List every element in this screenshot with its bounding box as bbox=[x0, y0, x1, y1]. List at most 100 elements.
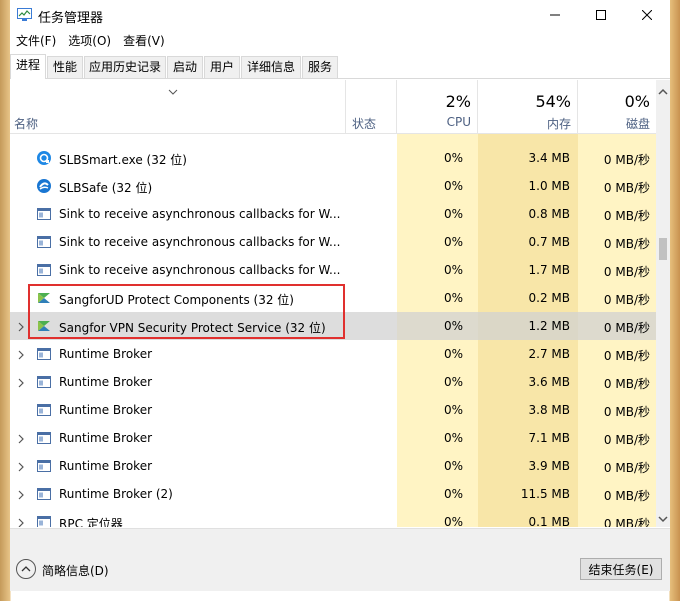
minimize-button[interactable] bbox=[532, 0, 578, 30]
sangfor-icon bbox=[36, 290, 52, 306]
chevron-right-icon[interactable] bbox=[16, 321, 26, 332]
process-row[interactable]: Runtime Broker 0% 7.1 MB 0 MB/秒 bbox=[10, 424, 656, 452]
tab-processes[interactable]: 进程 bbox=[10, 54, 46, 79]
chevron-right-icon[interactable] bbox=[16, 433, 26, 444]
process-memory: 3.4 MB bbox=[528, 151, 570, 165]
tab-performance[interactable]: 性能 bbox=[47, 56, 83, 78]
process-disk: 0 MB/秒 bbox=[603, 517, 650, 527]
process-cpu: 0% bbox=[443, 263, 463, 277]
process-disk: 0 MB/秒 bbox=[603, 209, 650, 223]
process-memory: 3.8 MB bbox=[528, 403, 570, 417]
tab-app-history[interactable]: 应用历史记录 bbox=[84, 56, 166, 78]
vertical-scrollbar[interactable] bbox=[656, 80, 670, 527]
chevron-up-icon bbox=[21, 566, 31, 572]
scrollbar-thumb[interactable] bbox=[659, 238, 667, 260]
column-cpu[interactable]: 2% CPU bbox=[397, 80, 478, 133]
menu-options[interactable]: 选项(O) bbox=[62, 31, 117, 51]
tab-details[interactable]: 详细信息 bbox=[241, 56, 301, 78]
process-row[interactable]: Sink to receive asynchronous callbacks f… bbox=[10, 256, 656, 284]
process-name: Sink to receive asynchronous callbacks f… bbox=[59, 207, 341, 221]
process-disk: 0 MB/秒 bbox=[603, 433, 650, 447]
task-manager-window: 任务管理器 文件(F) 选项(O) 查看(V) 进程 性能 应用历史记录 启动 … bbox=[10, 0, 670, 591]
process-disk: 0 MB/秒 bbox=[603, 377, 650, 391]
process-cpu: 0% bbox=[443, 207, 463, 221]
process-name: Runtime Broker (2) bbox=[59, 487, 173, 501]
chevron-right-icon[interactable] bbox=[16, 349, 26, 360]
process-row[interactable]: Sink to receive asynchronous callbacks f… bbox=[10, 228, 656, 256]
process-memory: 2.7 MB bbox=[528, 347, 570, 361]
column-name[interactable]: 名称 bbox=[10, 80, 346, 133]
process-memory: 7.1 MB bbox=[528, 431, 570, 445]
chevron-down-icon bbox=[168, 86, 178, 96]
tab-users[interactable]: 用户 bbox=[204, 56, 240, 78]
process-name: Runtime Broker bbox=[59, 459, 153, 473]
chevron-right-icon[interactable] bbox=[16, 377, 26, 388]
process-row[interactable]: SangforUD Protect Components (32 位) 0% 0.2… bbox=[10, 284, 656, 312]
process-row[interactable]: RPC 定位器 0% 0.1 MB 0 MB/秒 bbox=[10, 508, 656, 527]
fewer-details-button[interactable] bbox=[16, 559, 36, 579]
memory-percent: 54% bbox=[535, 92, 571, 111]
process-memory: 1.2 MB bbox=[528, 319, 570, 333]
process-memory: 0.7 MB bbox=[528, 235, 570, 249]
column-disk-label: 磁盘 bbox=[625, 117, 650, 131]
process-name: SLBSafe (32 位) bbox=[59, 181, 153, 195]
column-memory[interactable]: 54% 内存 bbox=[478, 80, 578, 133]
chevron-right-icon[interactable] bbox=[16, 489, 26, 500]
process-name: Runtime Broker bbox=[59, 347, 153, 361]
chevron-right-icon[interactable] bbox=[16, 517, 26, 527]
maximize-button[interactable] bbox=[578, 0, 624, 30]
tab-strip: 进程 性能 应用历史记录 启动 用户 详细信息 服务 bbox=[10, 54, 670, 79]
process-row[interactable]: Sangfor VPN Security Protect Service (32… bbox=[10, 312, 656, 340]
slbsmart-icon bbox=[36, 150, 52, 166]
process-name: Runtime Broker bbox=[59, 403, 153, 417]
process-disk: 0 MB/秒 bbox=[603, 321, 650, 335]
process-row[interactable]: SLBSafe (32 位) 0% 1.0 MB 0 MB/秒 bbox=[10, 172, 656, 200]
process-row[interactable]: Runtime Broker 0% 3.9 MB 0 MB/秒 bbox=[10, 452, 656, 480]
process-memory: 3.6 MB bbox=[528, 375, 570, 389]
menu-file[interactable]: 文件(F) bbox=[10, 31, 62, 51]
process-name: RPC 定位器 bbox=[59, 517, 123, 527]
scroll-down-arrow-icon[interactable] bbox=[658, 513, 668, 523]
column-status-label: 状态 bbox=[352, 117, 377, 131]
process-row[interactable]: Runtime Broker 0% 2.7 MB 0 MB/秒 bbox=[10, 340, 656, 368]
process-cpu: 0% bbox=[443, 151, 463, 165]
cpu-percent: 2% bbox=[445, 92, 471, 111]
process-name: Runtime Broker bbox=[59, 375, 153, 389]
process-name: SLBSmart.exe (32 位) bbox=[59, 153, 187, 167]
process-list: ▰ ▱ ─── ──── ─── ───── ──── ───SLBSmart.… bbox=[10, 134, 656, 527]
fewer-details-label[interactable]: 简略信息(D) bbox=[42, 562, 109, 579]
process-row[interactable]: Runtime Broker 0% 3.8 MB 0 MB/秒 bbox=[10, 396, 656, 424]
process-row[interactable]: Runtime Broker 0% 3.6 MB 0 MB/秒 bbox=[10, 368, 656, 396]
tab-startup[interactable]: 启动 bbox=[167, 56, 203, 78]
process-row[interactable]: SLBSmart.exe (32 位) 0% 3.4 MB 0 MB/秒 bbox=[10, 144, 656, 172]
end-task-button[interactable]: 结束任务(E) bbox=[580, 558, 662, 580]
tab-services[interactable]: 服务 bbox=[302, 56, 338, 78]
window-title: 任务管理器 bbox=[38, 11, 104, 26]
window-app-icon bbox=[36, 234, 52, 250]
window-app-icon bbox=[36, 430, 52, 446]
column-name-label: 名称 bbox=[14, 117, 39, 131]
process-row[interactable]: Sink to receive asynchronous callbacks f… bbox=[10, 200, 656, 228]
process-memory: 0.2 MB bbox=[528, 291, 570, 305]
column-header: 名称 状态 2% CPU 54% 内存 0% 磁盘 bbox=[10, 80, 656, 134]
column-disk[interactable]: 0% 磁盘 bbox=[578, 80, 656, 133]
menu-view[interactable]: 查看(V) bbox=[117, 31, 171, 51]
process-memory: 1.7 MB bbox=[528, 263, 570, 277]
process-cpu: 0% bbox=[443, 487, 463, 501]
process-disk: 0 MB/秒 bbox=[603, 349, 650, 363]
process-row[interactable]: Runtime Broker (2) 0% 11.5 MB 0 MB/秒 bbox=[10, 480, 656, 508]
window-app-icon bbox=[36, 458, 52, 474]
close-button[interactable] bbox=[624, 0, 670, 30]
process-cpu: 0% bbox=[443, 515, 463, 527]
process-memory: 0.8 MB bbox=[528, 207, 570, 221]
scroll-up-arrow-icon[interactable] bbox=[658, 86, 668, 96]
process-cpu: 0% bbox=[443, 403, 463, 417]
title-bar: 任务管理器 bbox=[10, 0, 670, 30]
process-disk: 0 MB/秒 bbox=[603, 293, 650, 307]
process-disk: 0 MB/秒 bbox=[603, 153, 650, 167]
window-app-icon bbox=[36, 486, 52, 502]
process-disk: 0 MB/秒 bbox=[603, 181, 650, 195]
chevron-right-icon[interactable] bbox=[16, 461, 26, 472]
column-status[interactable]: 状态 bbox=[346, 80, 397, 133]
window-app-icon bbox=[36, 346, 52, 362]
